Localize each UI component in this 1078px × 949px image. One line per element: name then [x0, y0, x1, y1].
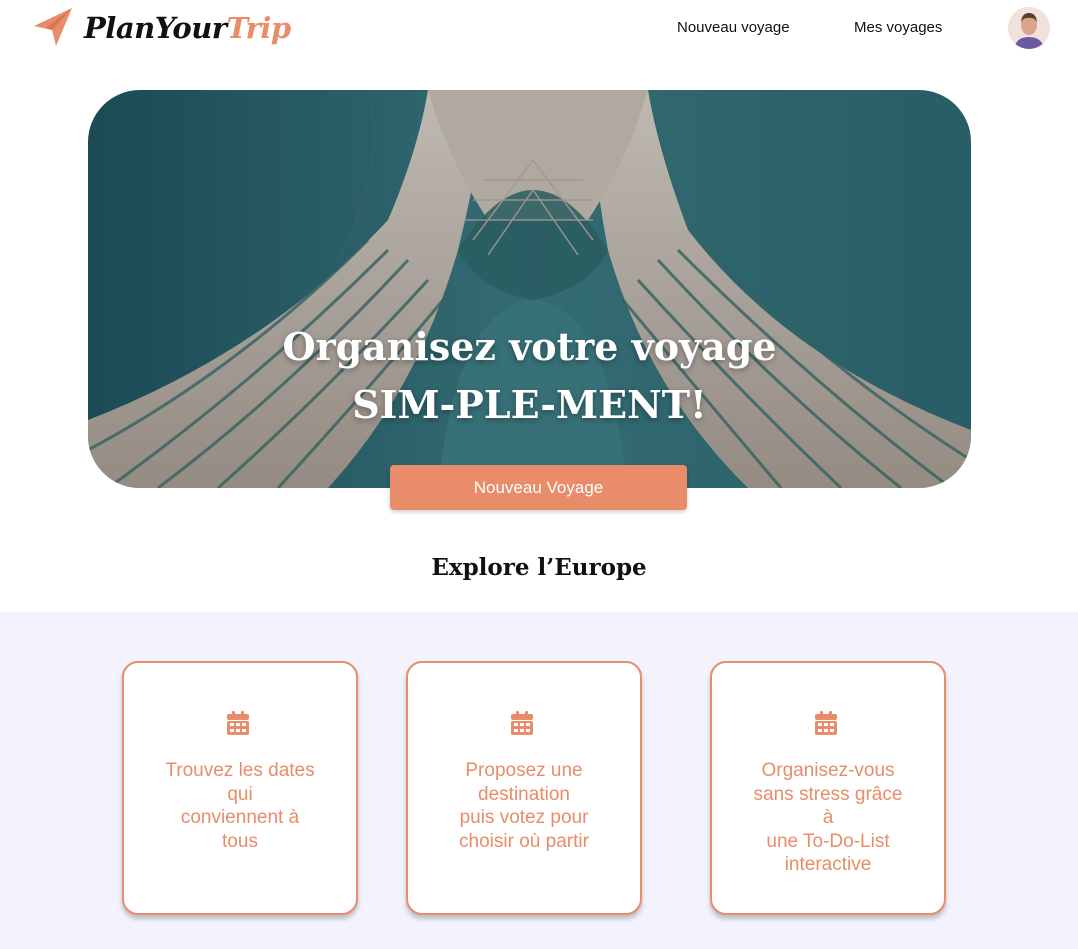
feature-text: Trouvez les dates qui conviennent à tous — [165, 760, 315, 852]
new-trip-button[interactable]: Nouveau Voyage — [390, 465, 687, 510]
avatar[interactable] — [1008, 7, 1050, 49]
nav-new-trip-link[interactable]: Nouveau voyage — [677, 19, 790, 36]
logo-text: PlanYourTrip — [84, 11, 291, 45]
calendar-icon — [227, 711, 249, 735]
calendar-icon — [511, 711, 533, 735]
logo[interactable]: PlanYourTrip — [32, 6, 291, 50]
feature-card-destination[interactable]: Proposez une destination puis votez pour… — [406, 661, 642, 915]
calendar-icon — [815, 711, 837, 735]
hero-banner: Organisez votre voyage SIM-PLE-MENT! — [88, 90, 971, 488]
user-avatar-icon — [1008, 7, 1050, 49]
feature-card-dates[interactable]: Trouvez les dates qui conviennent à tous — [122, 661, 358, 915]
section-title: Explore l’Europe — [431, 554, 647, 581]
feature-card-todo[interactable]: Organisez-vous sans stress grâce à une T… — [710, 661, 946, 915]
paper-plane-icon — [34, 8, 72, 46]
feature-text: Proposez une destination puis votez pour… — [459, 760, 589, 852]
feature-text: Organisez-vous sans stress grâce à une T… — [753, 760, 903, 875]
nav-my-trips-link[interactable]: Mes voyages — [854, 19, 942, 36]
hero-title: Organisez votre voyage SIM-PLE-MENT! — [282, 324, 777, 427]
